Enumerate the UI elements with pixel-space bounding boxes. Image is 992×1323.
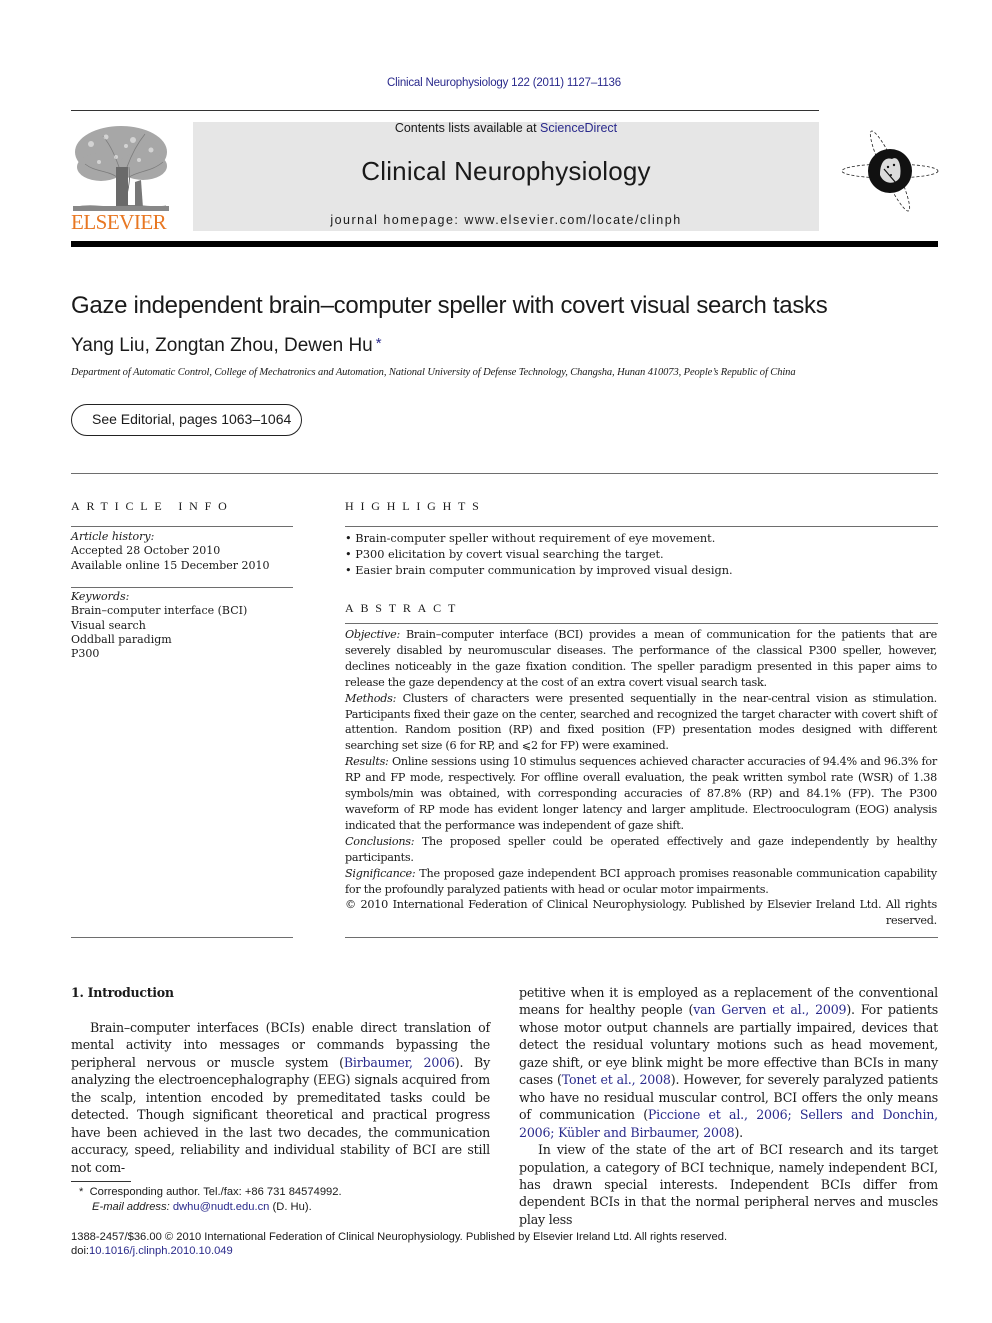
history-accepted: Accepted 28 October 2010 — [71, 544, 221, 558]
journal-banner: Contents lists available at ScienceDirec… — [193, 121, 819, 231]
keyword-item: Oddball paradigm — [71, 632, 172, 646]
keywords-rule — [71, 587, 293, 588]
citation-link[interactable]: Tonet et al., 2008 — [562, 1072, 671, 1087]
abstract-copyright-end: reserved. — [885, 914, 937, 928]
footnote-email: E-mail address: dwhu@nudt.edu.cn (D. Hu)… — [92, 1201, 312, 1213]
footnote-mark: * — [79, 1186, 84, 1198]
header-rule — [71, 110, 819, 111]
footnote-corresponding: * Corresponding author. Tel./fax: +86 73… — [79, 1186, 342, 1198]
sciencedirect-link[interactable]: ScienceDirect — [540, 121, 617, 135]
citation-link[interactable]: van Gerven et al., 2009 — [693, 1002, 846, 1017]
elsevier-wordmark: ELSEVIER — [71, 210, 167, 234]
footnote-rule — [71, 1181, 131, 1182]
intro-paragraph: In view of the state of the art of BCI r… — [519, 1142, 938, 1227]
history-online: Available online 15 December 2010 — [71, 558, 270, 572]
abstract-body: Objective: Brain–computer interface (BCI… — [345, 627, 937, 929]
abstract-copyright: © 2010 International Federation of Clini… — [345, 898, 937, 912]
abstract-objective: Objective: Brain–computer interface (BCI… — [345, 628, 937, 689]
bullet-icon: • — [345, 564, 352, 577]
introduction-heading: 1. Introduction — [71, 985, 174, 1000]
keyword-item: Brain–computer interface (BCI) — [71, 604, 248, 618]
abstract-rule — [345, 623, 938, 624]
journal-name: Clinical Neurophysiology — [361, 156, 651, 186]
author-list: Yang Liu, Zongtan Zhou, Dewen Hu * — [71, 335, 382, 357]
email-link[interactable]: dwhu@nudt.edu.cn — [173, 1201, 270, 1213]
intro-right-column: petitive when it is employed as a replac… — [519, 984, 938, 1228]
keywords-block: Keywords: Brain–computer interface (BCI)… — [71, 590, 293, 661]
highlights-rule — [345, 526, 938, 527]
abstract-methods: Methods: Clusters of characters were pre… — [345, 691, 937, 753]
highlights-heading: HIGHLIGHTS — [345, 499, 486, 513]
intro-paragraph: petitive when it is employed as a replac… — [519, 985, 939, 1140]
article-title: Gaze independent brain–computer speller … — [71, 292, 828, 319]
keyword-item: P300 — [71, 647, 100, 661]
abstract-results: Results: Online sessions using 10 stimul… — [345, 755, 937, 832]
society-emblem-icon — [841, 130, 939, 212]
editorial-link-button[interactable]: See Editorial, pages 1063–1064 — [71, 404, 302, 436]
affiliation: Department of Automatic Control, College… — [71, 367, 796, 378]
issn-line: 1388-2457/$36.00 © 2010 International Fe… — [71, 1231, 728, 1243]
highlight-item: • Easier brain computer communication by… — [345, 564, 733, 577]
highlight-item: • Brain-computer speller without require… — [345, 532, 716, 545]
article-history: Article history: Accepted 28 October 201… — [71, 530, 293, 573]
abstract-conclusions: Conclusions: The proposed speller could … — [345, 834, 937, 864]
article-info-bottom-rule — [71, 937, 293, 938]
authors-names: Yang Liu, Zongtan Zhou, Dewen Hu — [71, 335, 373, 356]
journal-citation[interactable]: Clinical Neurophysiology 122 (2011) 1127… — [0, 77, 992, 89]
abstract-bottom-rule — [345, 937, 938, 938]
highlight-item: • P300 elicitation by covert visual sear… — [345, 548, 664, 561]
intro-left-column: Brain–computer interfaces (BCIs) enable … — [71, 1019, 490, 1176]
keyword-item: Visual search — [71, 618, 146, 632]
citation-link[interactable]: Birbaumer, 2006 — [344, 1055, 455, 1070]
contents-line: Contents lists available at ScienceDirec… — [193, 121, 819, 135]
article-history-label: Article history: — [71, 530, 155, 543]
contents-prefix: Contents lists available at — [394, 121, 541, 135]
highlights-list: • Brain-computer speller without require… — [345, 531, 938, 579]
email-label: E-mail address: — [92, 1201, 170, 1213]
intro-paragraph: Brain–computer interfaces (BCIs) enable … — [71, 1020, 490, 1175]
abstract-significance: Significance: The proposed gaze independ… — [345, 866, 937, 896]
editorial-link-label: See Editorial, pages 1063–1064 — [92, 411, 292, 427]
abstract-heading: ABSTRACT — [345, 601, 463, 615]
doi-line: doi:10.1016/j.clinph.2010.10.049 — [71, 1245, 233, 1257]
section-divider — [71, 473, 938, 474]
article-info-rule — [71, 526, 293, 527]
journal-homepage[interactable]: journal homepage: www.elsevier.com/locat… — [193, 213, 819, 227]
corresponding-author-mark[interactable]: * — [376, 335, 382, 352]
article-info-heading: ARTICLE INFO — [71, 499, 234, 513]
doi-link[interactable]: 10.1016/j.clinph.2010.10.049 — [89, 1245, 233, 1257]
bullet-icon: • — [345, 532, 352, 545]
bullet-icon: • — [345, 548, 352, 561]
header-thick-rule — [71, 241, 938, 247]
keywords-label: Keywords: — [71, 590, 130, 603]
